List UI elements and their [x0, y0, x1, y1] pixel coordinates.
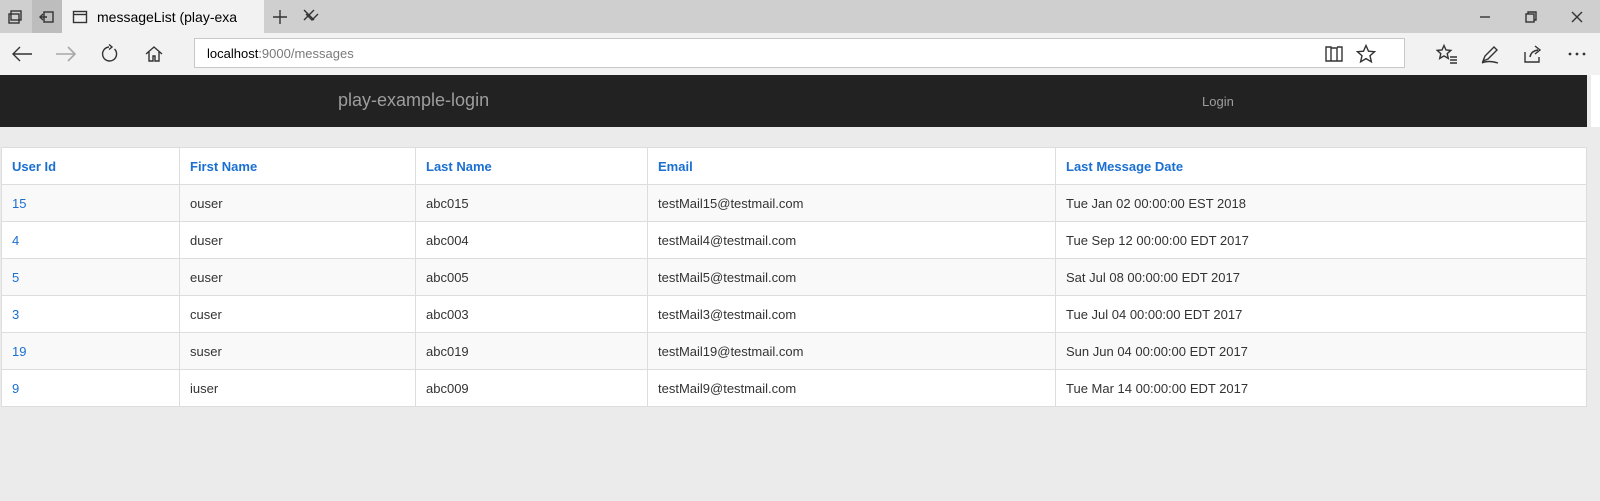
- restore-icon[interactable]: [1508, 0, 1554, 33]
- favorites-hub-icon[interactable]: [1427, 33, 1467, 75]
- tab-title: messageList (play-exam: [97, 9, 237, 25]
- tab-preview-chevron-icon[interactable]: [297, 0, 327, 33]
- email-cell: testMail5@testmail.com: [647, 258, 1056, 296]
- more-menu-icon[interactable]: [1557, 33, 1597, 75]
- user-id-link[interactable]: 15: [1, 184, 180, 222]
- minimize-icon[interactable]: [1462, 0, 1508, 33]
- address-path: :9000/messages: [258, 46, 354, 61]
- close-window-icon[interactable]: [1554, 0, 1600, 33]
- email-cell: testMail3@testmail.com: [647, 295, 1056, 333]
- messages-table: User Id First Name Last Name Email Last …: [1, 147, 1587, 407]
- header-last-message-date[interactable]: Last Message Date: [1055, 147, 1587, 185]
- share-icon[interactable]: [1513, 33, 1553, 75]
- page-scrollbar-track[interactable]: [1587, 75, 1600, 501]
- forward-icon[interactable]: [46, 33, 86, 75]
- table-header-row: User Id First Name Last Name Email Last …: [1, 147, 1587, 185]
- browser-nav-bar: localhost:9000/messages: [0, 33, 1600, 75]
- last-name-cell: abc004: [415, 221, 648, 259]
- table-row: 19 suser abc019 testMail19@testmail.com …: [1, 332, 1587, 370]
- first-name-cell: iuser: [179, 369, 416, 407]
- table-row: 4 duser abc004 testMail4@testmail.com Tu…: [1, 221, 1587, 259]
- brand-link[interactable]: play-example-login: [338, 90, 489, 111]
- first-name-cell: euser: [179, 258, 416, 296]
- home-icon[interactable]: [134, 33, 174, 75]
- email-cell: testMail15@testmail.com: [647, 184, 1056, 222]
- table-row: 5 euser abc005 testMail5@testmail.com Sa…: [1, 258, 1587, 296]
- email-cell: testMail9@testmail.com: [647, 369, 1056, 407]
- favorite-star-icon[interactable]: [1355, 43, 1377, 65]
- user-id-link[interactable]: 3: [1, 295, 180, 333]
- new-tab-icon[interactable]: [265, 0, 295, 33]
- table-row: 15 ouser abc015 testMail15@testmail.com …: [1, 184, 1587, 222]
- first-name-cell: ouser: [179, 184, 416, 222]
- last-message-date-cell: Tue Jan 02 00:00:00 EST 2018: [1055, 184, 1587, 222]
- email-cell: testMail19@testmail.com: [647, 332, 1056, 370]
- header-last-name[interactable]: Last Name: [415, 147, 648, 185]
- header-user-id[interactable]: User Id: [1, 147, 180, 185]
- address-bar[interactable]: localhost:9000/messages: [194, 38, 1405, 68]
- user-id-link[interactable]: 4: [1, 221, 180, 259]
- last-message-date-cell: Tue Sep 12 00:00:00 EDT 2017: [1055, 221, 1587, 259]
- site-navbar: play-example-login Login: [0, 75, 1587, 127]
- last-name-cell: abc019: [415, 332, 648, 370]
- notes-pen-icon[interactable]: [1470, 33, 1510, 75]
- user-id-link[interactable]: 19: [1, 332, 180, 370]
- table-row: 3 cuser abc003 testMail3@testmail.com Tu…: [1, 295, 1587, 333]
- last-message-date-cell: Sat Jul 08 00:00:00 EDT 2017: [1055, 258, 1587, 296]
- last-name-cell: abc015: [415, 184, 648, 222]
- user-id-link[interactable]: 9: [1, 369, 180, 407]
- set-tabs-aside-icon[interactable]: [32, 0, 62, 33]
- email-cell: testMail4@testmail.com: [647, 221, 1056, 259]
- last-name-cell: abc009: [415, 369, 648, 407]
- reading-view-icon[interactable]: [1323, 43, 1345, 65]
- header-email[interactable]: Email: [647, 147, 1056, 185]
- table-row: 9 iuser abc009 testMail9@testmail.com Tu…: [1, 369, 1587, 407]
- tab-messagelist[interactable]: messageList (play-exam: [62, 0, 315, 33]
- first-name-cell: suser: [179, 332, 416, 370]
- login-link[interactable]: Login: [1202, 94, 1234, 109]
- refresh-icon[interactable]: [89, 33, 129, 75]
- last-name-cell: abc003: [415, 295, 648, 333]
- last-name-cell: abc005: [415, 258, 648, 296]
- last-message-date-cell: Tue Jul 04 00:00:00 EDT 2017: [1055, 295, 1587, 333]
- first-name-cell: cuser: [179, 295, 416, 333]
- tab-manager-icon[interactable]: [0, 0, 30, 33]
- first-name-cell: duser: [179, 221, 416, 259]
- browser-tab-bar: messageList (play-exam: [0, 0, 1600, 33]
- address-url[interactable]: localhost:9000/messages: [207, 46, 354, 61]
- page-icon: [72, 10, 88, 24]
- last-message-date-cell: Tue Mar 14 00:00:00 EDT 2017: [1055, 369, 1587, 407]
- user-id-link[interactable]: 5: [1, 258, 180, 296]
- address-host: localhost: [207, 46, 259, 61]
- header-first-name[interactable]: First Name: [179, 147, 416, 185]
- back-icon[interactable]: [2, 33, 42, 75]
- page-scrollbar-thumb[interactable]: [1591, 75, 1600, 127]
- last-message-date-cell: Sun Jun 04 00:00:00 EDT 2017: [1055, 332, 1587, 370]
